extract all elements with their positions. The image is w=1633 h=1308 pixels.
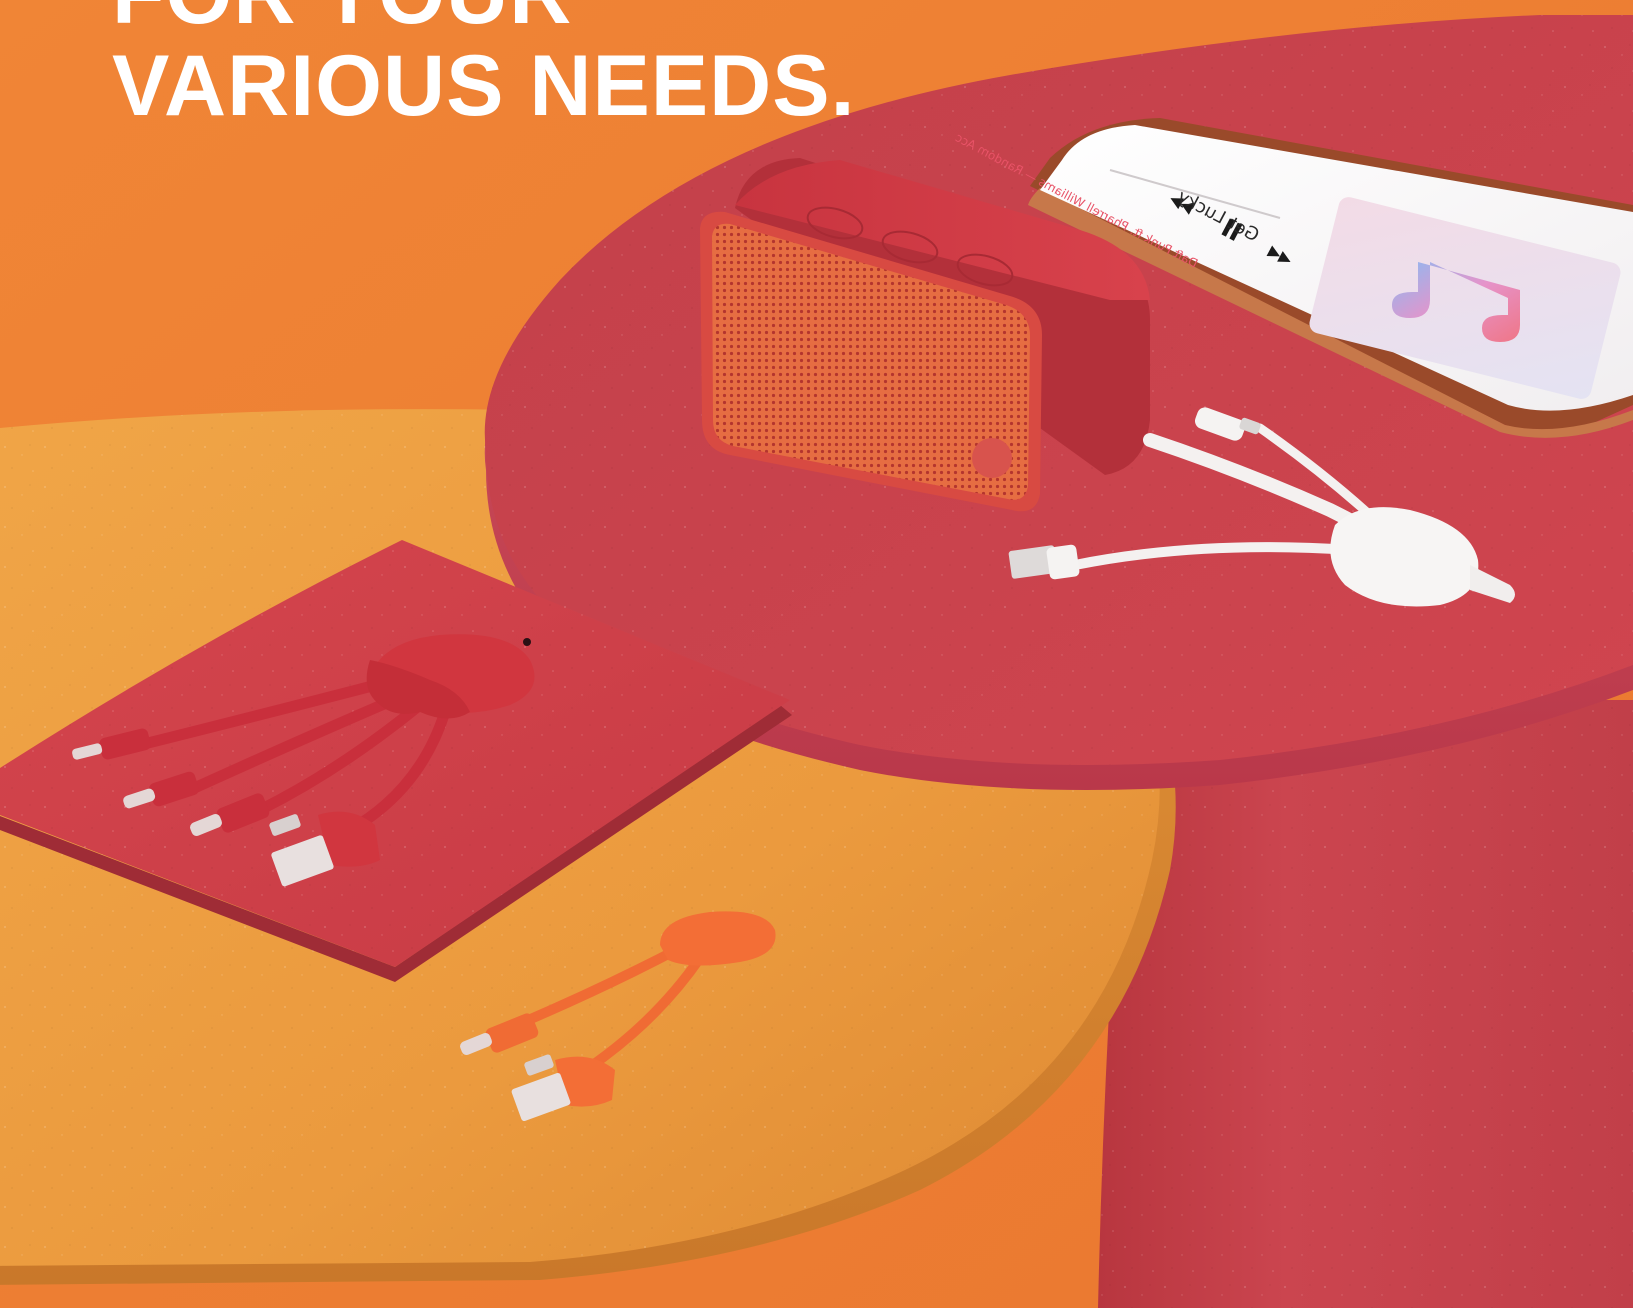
speaker-power-button	[972, 438, 1012, 478]
product-scene: Get Lucky Daft Punk ft. Pharrell William…	[0, 0, 1633, 1308]
headline-line-2: VARIOUS NEEDS.	[112, 38, 856, 134]
headline-line-1: FOR YOUR	[112, 0, 856, 40]
back-table-pedestal	[1098, 700, 1633, 1308]
headline: FOR YOUR VARIOUS NEEDS.	[112, 0, 856, 132]
